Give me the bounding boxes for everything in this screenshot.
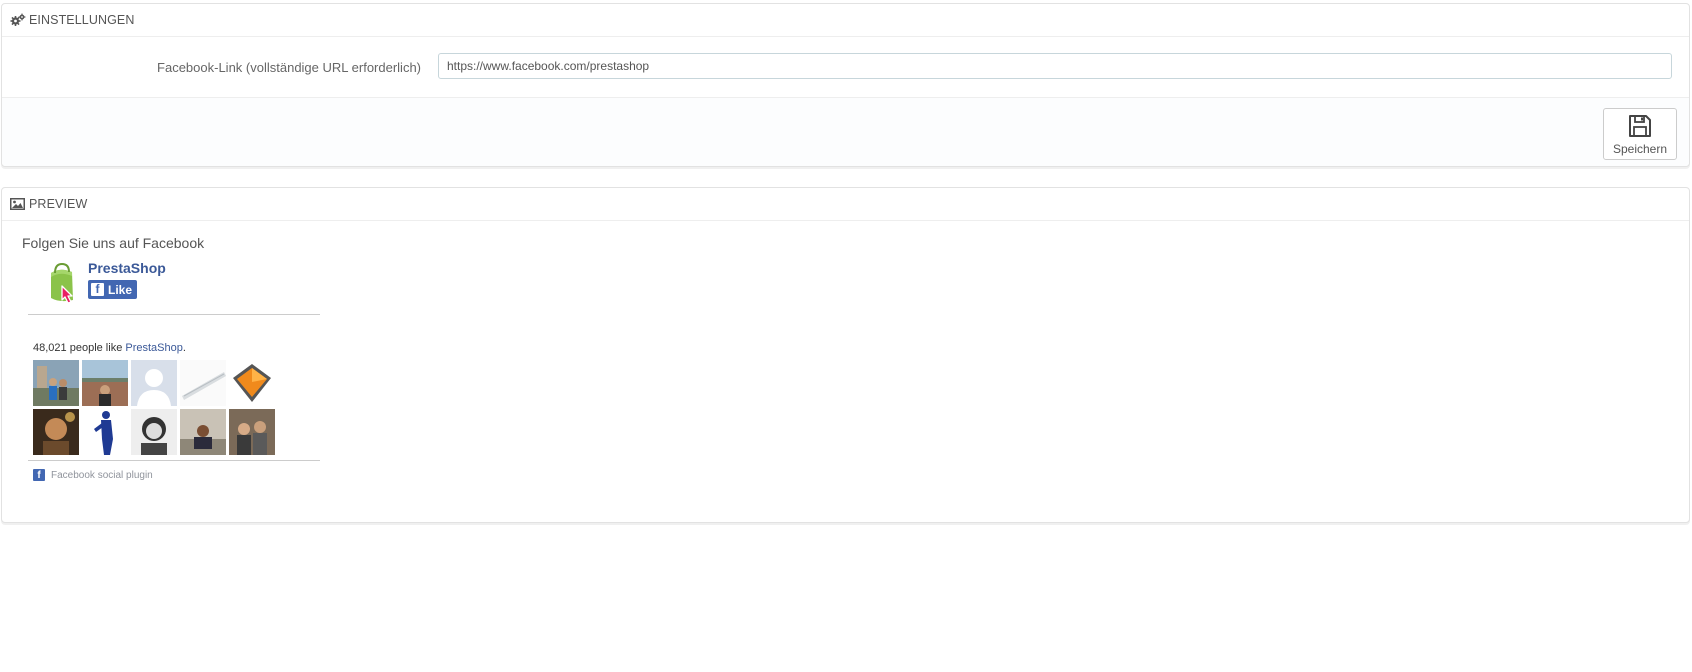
facebook-page-plugin: PrestaShop f Like 48,021 people like Pre… [28,258,320,488]
save-button-label: Speichern [1612,141,1668,156]
facebook-logo-icon: f [33,469,45,481]
facebook-link-input[interactable] [438,53,1672,79]
profile-photo-1[interactable] [33,360,79,406]
facebook-page-header: PrestaShop f Like [28,258,320,318]
facebook-f-icon: f [91,283,104,296]
facebook-page-name[interactable]: PrestaShop [88,260,166,276]
likes-suffix: . [182,342,186,354]
facebook-divider-top [28,314,320,315]
profile-photo-8[interactable] [131,409,177,455]
settings-panel-title: EINSTELLUNGEN [29,13,135,27]
facebook-plugin-footer: f Facebook social plugin [33,469,153,481]
facebook-link-label: Facebook-Link (vollständige URL erforder… [157,60,421,75]
profile-photo-9[interactable] [180,409,226,455]
profile-photo-default[interactable] [131,360,177,406]
floppy-disk-icon [1627,113,1653,139]
settings-panel-heading: EINSTELLUNGEN [2,4,1689,37]
facebook-likes-count: 48,021 people like PrestaShop. [33,342,186,354]
preview-panel-title: PREVIEW [29,197,88,211]
profile-photo-7[interactable] [82,409,128,455]
save-button[interactable]: Speichern [1603,108,1677,160]
profile-photo-6[interactable] [33,409,79,455]
profile-photo-5[interactable] [229,360,275,406]
profile-photo-2[interactable] [82,360,128,406]
picture-icon [10,197,26,211]
preview-panel-heading: PREVIEW [2,188,1689,221]
preview-panel: PREVIEW Folgen Sie uns auf Facebook Pres… [1,187,1690,523]
facebook-plugin-label[interactable]: Facebook social plugin [51,470,153,481]
settings-panel: EINSTELLUNGEN Facebook-Link (vollständig… [1,3,1690,167]
profile-photo-4[interactable] [180,360,226,406]
facebook-divider-bottom [28,460,320,461]
likes-text: people like [69,342,123,354]
likes-page-link[interactable]: PrestaShop [125,342,182,354]
preview-title: Folgen Sie uns auf Facebook [22,235,205,251]
settings-panel-footer: Speichern [2,97,1689,166]
prestashop-logo[interactable] [38,258,90,310]
facebook-like-button[interactable]: f Like [88,280,137,299]
likes-number: 48,021 [33,342,67,354]
profile-photo-10[interactable] [229,409,275,455]
facebook-faces-grid [33,360,283,455]
facebook-link-row: Facebook-Link (vollständige URL erforder… [2,37,1689,98]
facebook-like-label: Like [108,282,133,297]
cogs-icon [10,13,26,27]
